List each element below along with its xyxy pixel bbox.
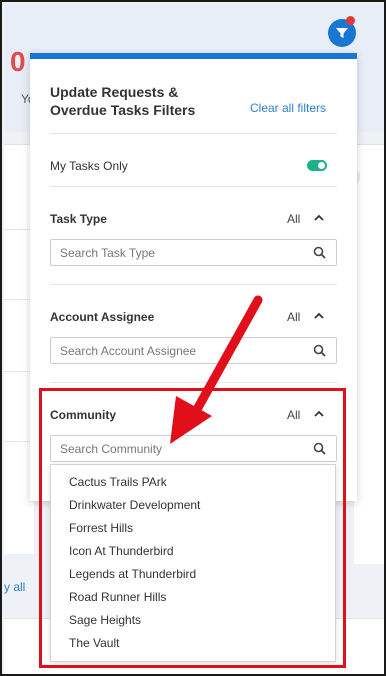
task-type-search-box[interactable] <box>50 239 337 266</box>
search-icon <box>313 344 326 357</box>
view-all-link[interactable]: y all <box>4 580 25 594</box>
task-type-search-input[interactable] <box>51 240 301 265</box>
my-tasks-only-toggle[interactable] <box>307 160 327 171</box>
account-assignee-all[interactable]: All <box>287 310 300 324</box>
chevron-up-icon[interactable] <box>313 212 325 224</box>
dashboard-side-card <box>354 144 384 564</box>
divider <box>50 284 337 285</box>
filter-icon <box>336 28 348 38</box>
annotation-arrow-icon <box>170 295 263 444</box>
search-icon <box>313 246 326 259</box>
divider <box>50 186 337 187</box>
screenshot-frame: 0 Yo y all Update Requests & Overdue Tas… <box>0 0 386 676</box>
my-tasks-only-label: My Tasks Only <box>50 159 128 173</box>
filter-active-badge <box>346 16 355 25</box>
divider <box>50 133 337 134</box>
account-assignee-label: Account Assignee <box>50 310 155 324</box>
task-type-all[interactable]: All <box>287 212 300 226</box>
chevron-up-icon[interactable] <box>313 310 325 322</box>
task-type-label: Task Type <box>50 212 107 226</box>
overdue-count: 0 <box>10 46 26 77</box>
clear-all-filters-link[interactable]: Clear all filters <box>250 101 326 115</box>
panel-title: Update Requests & Overdue Tasks Filters <box>50 84 196 118</box>
